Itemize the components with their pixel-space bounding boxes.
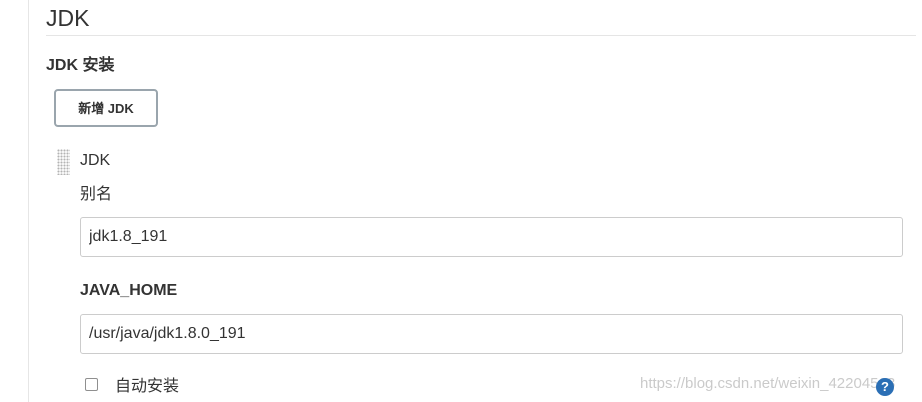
watermark: https://blog.csdn.net/weixin_42204563 [640, 375, 896, 392]
alias-label: 别名 [80, 186, 113, 203]
auto-install-checkbox[interactable] [85, 378, 98, 391]
jdk-item-header: JDK [80, 152, 111, 169]
auto-install-label: 自动安装 [115, 378, 180, 395]
add-jdk-button[interactable]: 新增 JDK [54, 89, 158, 127]
jdk-config-page: JDK JDK 安装 新增 JDK JDK 别名 JAVA_HOME 自动安装 … [0, 0, 922, 402]
java-home-label: JAVA_HOME [80, 282, 178, 299]
drag-handle-icon[interactable] [57, 149, 70, 175]
section-divider [46, 35, 916, 36]
help-icon[interactable]: ? [876, 378, 894, 396]
jdk-installations-label: JDK 安装 [46, 57, 115, 74]
java-home-input[interactable] [80, 314, 903, 354]
alias-input[interactable] [80, 217, 903, 257]
left-divider [28, 0, 29, 402]
section-title: JDK [46, 5, 90, 31]
